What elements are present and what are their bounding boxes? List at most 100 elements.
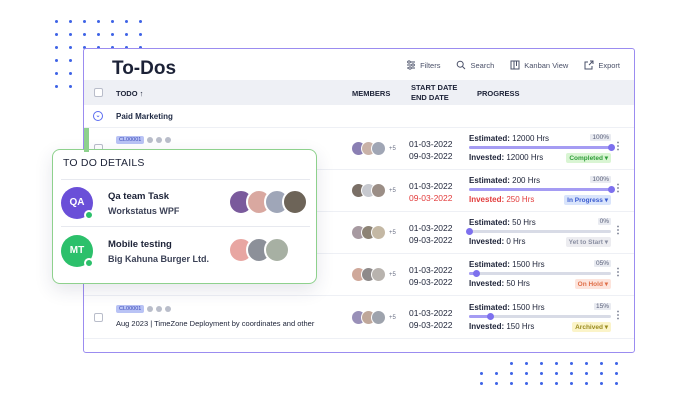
members-stack[interactable]: +5 [351,310,396,325]
estimated-label: Estimated: [469,260,510,269]
member-avatars [228,237,290,263]
members-stack[interactable]: +5 [351,141,396,156]
priority-icon [147,306,154,312]
start-date: 01-03-2022 [409,139,453,149]
header-todo[interactable]: TODO ↑ [116,89,143,98]
task-id-badge: CL00001 [116,305,145,313]
search-button[interactable]: Search [456,60,494,70]
header-start-date: START DATE [411,83,458,92]
members-stack[interactable]: +5 [351,225,396,240]
member-avatar [264,237,290,263]
more-options-icon[interactable]: ⋮ [613,183,623,194]
filters-button[interactable]: Filters [406,60,440,70]
more-options-icon[interactable]: ⋮ [613,267,623,278]
status-dropdown[interactable]: Yet to Start ▾ [565,237,611,247]
members-stack[interactable]: +5 [351,267,396,282]
task-title[interactable]: Aug 2023 | TimeZone Deployment by coordi… [116,319,314,328]
invested-value: 0 Hrs [506,237,526,246]
divider [61,226,310,227]
popup-item[interactable]: QA Qa team Task Workstatus WPF [61,180,308,226]
task-tags: CL00001 [116,305,172,313]
popup-item[interactable]: MT Mobile testing Big Kahuna Burger Ltd. [61,228,308,274]
search-label: Search [470,60,495,70]
invested-label: Invested: [469,153,505,162]
estimated-value: 200 Hrs [512,176,541,185]
member-avatar [371,141,386,156]
progress-percent: 100% [590,134,611,141]
table-row[interactable]: CL00001 Aug 2023 | TimeZone Deployment b… [84,297,634,339]
progress-slider-handle[interactable] [487,313,495,320]
header-members: MEMBERS [352,89,391,98]
date-cell: 01-03-2022 09-03-2022 [409,180,452,204]
estimated-label: Estimated: [469,303,510,312]
progress-bar[interactable] [469,144,615,151]
estimated-label: Estimated: [469,134,510,143]
progress-percent: 100% [590,176,611,183]
start-date: 01-03-2022 [409,265,453,275]
progress-bar[interactable] [469,313,611,320]
invested-label: Invested: [469,195,505,204]
end-date: 09-03-2022 [409,151,453,161]
invested-value: 250 Hrs [506,195,535,204]
start-date: 01-03-2022 [409,308,453,318]
more-options-icon[interactable]: ⋮ [613,310,623,321]
select-all-checkbox[interactable] [94,88,103,97]
online-status-dot [84,210,94,220]
progress-slider-handle[interactable] [473,270,481,277]
members-more-count: +5 [389,314,396,321]
chevron-down-icon[interactable]: ⌄ [93,111,103,121]
progress-bar[interactable] [469,186,615,193]
end-date: 09-03-2022 [409,193,453,203]
invested-value: 50 Hrs [506,279,530,288]
members-more-count: +5 [389,229,396,236]
members-more-count: +5 [389,271,396,278]
date-cell: 01-03-2022 09-03-2022 [409,264,452,288]
more-options-icon[interactable]: ⋮ [613,225,623,236]
status-dropdown[interactable]: Archived ▾ [572,322,611,332]
member-avatar [282,189,308,215]
export-label: Export [598,60,620,70]
popup-title: TO DO DETAILS [63,157,145,169]
estimated-value: 50 Hrs [512,218,536,227]
progress-cell: Estimated: 200 Hrs 100% Invested: 250 Hr… [469,176,615,206]
priority-icon [147,137,154,143]
export-icon [584,60,594,70]
group-row[interactable]: ⌄ Paid Marketing [84,105,634,128]
status-dropdown[interactable]: On Hold ▾ [574,279,611,289]
end-date: 09-03-2022 [409,235,453,245]
billing-icon [156,306,163,312]
status-dropdown[interactable]: Completed ▾ [566,153,611,163]
kanban-icon [510,60,520,70]
search-icon [457,60,466,70]
progress-cell: Estimated: 1500 Hrs 15% Invested: 150 Hr… [469,303,611,333]
member-avatar [371,183,386,198]
attachment-icon [165,306,172,312]
row-checkbox[interactable] [94,313,103,322]
attachment-icon [165,137,172,143]
header-progress: PROGRESS [477,89,520,98]
member-avatar [371,310,386,325]
progress-percent: 0% [597,218,611,225]
invested-value: 12000 Hrs [506,153,544,162]
progress-bar-fill [469,188,611,191]
member-avatars [228,189,308,215]
member-avatar [371,225,386,240]
task-tags: CL00001 [116,136,172,144]
invested-label: Invested: [469,237,505,246]
filters-label: Filters [420,60,441,70]
members-stack[interactable]: +5 [351,183,396,198]
more-options-icon[interactable]: ⋮ [613,141,623,152]
table-header: TODO ↑ MEMBERS START DATE END DATE PROGR… [84,80,634,105]
progress-bar-fill [469,146,611,149]
task-name: Mobile testing [108,239,172,250]
popup-connector [84,128,89,152]
todo-details-popup: TO DO DETAILS QA Qa team Task Workstatus… [52,128,317,284]
status-dropdown[interactable]: In Progress ▾ [564,195,611,205]
export-button[interactable]: Export [584,60,620,70]
progress-slider-handle[interactable] [466,228,473,235]
project-name: Big Kahuna Burger Ltd. [108,254,209,264]
progress-bar[interactable] [469,270,611,277]
kanban-view-button[interactable]: Kanban View [510,60,568,70]
progress-bar[interactable] [466,228,611,235]
members-more-count: +5 [389,145,396,152]
